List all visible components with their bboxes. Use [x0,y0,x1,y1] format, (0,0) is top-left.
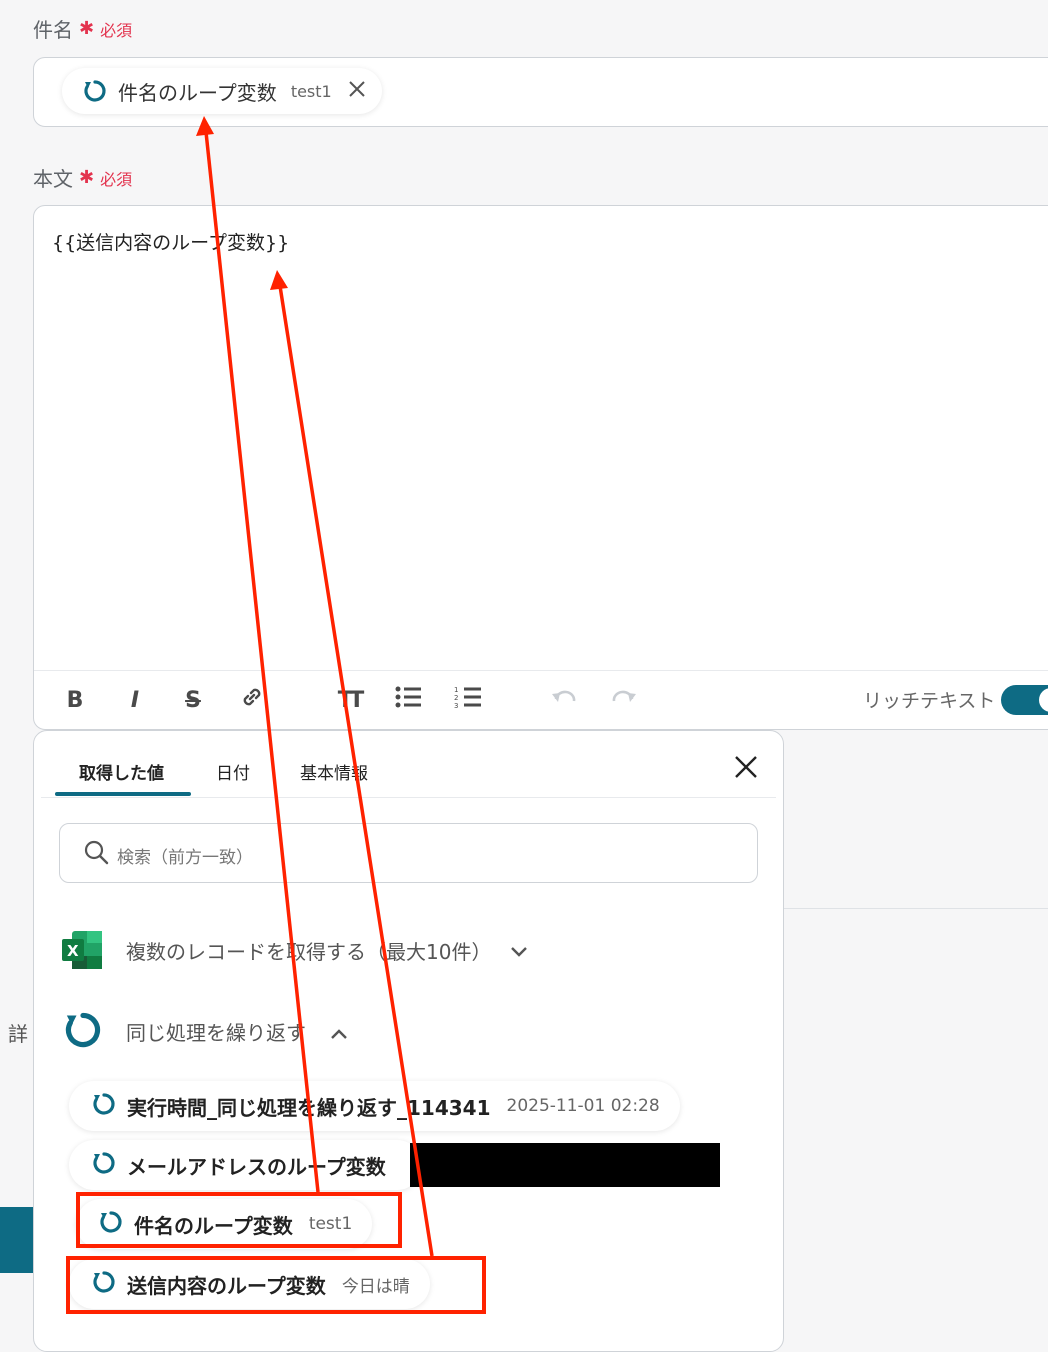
item-value: 2025-11-01 02:28 [506,1096,660,1116]
body-content[interactable]: {{送信内容のループ変数}} [52,228,289,255]
close-icon [734,756,758,783]
italic-button[interactable]: I [120,684,150,716]
redo-icon [610,687,638,713]
link-button[interactable] [236,684,268,716]
subject-field[interactable]: 件名のループ変数 test1 [33,57,1048,127]
undo-icon [550,687,578,713]
chevron-up-icon[interactable] [330,1025,348,1044]
body-label-row: 本文 ✱ 必須 [33,163,132,192]
item-name: 実行時間_同じ処理を繰り返す_114341 [127,1095,491,1120]
active-tab-indicator [55,792,191,796]
search-icon [84,840,110,870]
svg-text:X: X [67,942,79,960]
side-action-button[interactable] [0,1207,34,1273]
strikethrough-button[interactable]: S [178,684,208,716]
variable-item[interactable]: 実行時間_同じ処理を繰り返す_114341 2025-11-01 02:28 [69,1081,680,1131]
tab-basic-info[interactable]: 基本情報 [300,759,368,784]
detail-label: 詳 [8,1022,28,1046]
annotation-box-body [66,1256,486,1314]
annotation-box-subject [76,1192,402,1248]
close-icon[interactable] [348,80,366,102]
tab-acquired-values[interactable]: 取得した値 [79,759,164,784]
chip-value: test1 [290,81,332,101]
loop-icon [91,1150,117,1180]
body-label: 本文 [33,167,73,191]
chevron-down-icon[interactable] [510,943,528,962]
search-input[interactable]: 検索（前方一致） [117,843,253,868]
undo-button[interactable] [548,684,580,716]
required-star-icon: ✱ [79,167,95,188]
redacted-value [410,1143,720,1187]
required-star-icon: ✱ [79,18,95,39]
link-icon [239,684,265,716]
bold-button[interactable]: B [60,684,90,716]
toolbar-divider [34,670,1048,671]
chip-name: 件名のループ変数 [118,80,277,105]
loop-icon [62,1009,104,1055]
svg-text:2: 2 [454,694,458,702]
bullet-list-icon [394,685,422,715]
text-size-button[interactable]: TT [332,684,366,716]
tabs-divider [41,797,776,798]
svg-text:1: 1 [454,686,458,694]
svg-text:3: 3 [454,702,458,709]
tab-date[interactable]: 日付 [216,759,250,784]
rich-text-label: リッチテキスト [863,690,996,712]
variable-item[interactable]: メールアドレスのループ変数 [69,1140,422,1190]
subject-label: 件名 [33,18,73,42]
toggle-knob [1039,688,1048,712]
rich-text-toggle[interactable] [1001,685,1048,715]
subject-label-row: 件名 ✱ 必須 [33,14,132,43]
loop-icon [91,1091,117,1121]
redo-button[interactable] [608,684,640,716]
loop-icon [82,78,108,104]
bullet-list-button[interactable] [392,684,424,716]
subject-variable-chip[interactable]: 件名のループ変数 test1 [62,68,382,114]
numbered-list-button[interactable]: 1 2 3 [452,684,484,716]
group-label-records[interactable]: 複数のレコードを取得する（最大10件） [126,936,491,965]
group-label-loop[interactable]: 同じ処理を繰り返す [126,1017,306,1046]
required-badge: 必須 [100,20,133,40]
item-name: メールアドレスのループ変数 [127,1154,386,1179]
required-badge: 必須 [100,169,133,189]
numbered-list-icon: 1 2 3 [454,685,482,715]
body-editor[interactable]: {{送信内容のループ変数}} B I S TT 1 2 3 リッチテキスト [33,205,1048,730]
excel-icon: X [62,931,102,973]
close-popup-button[interactable] [734,755,758,783]
search-box[interactable]: 検索（前方一致） [59,823,758,883]
section-divider [782,908,1048,909]
